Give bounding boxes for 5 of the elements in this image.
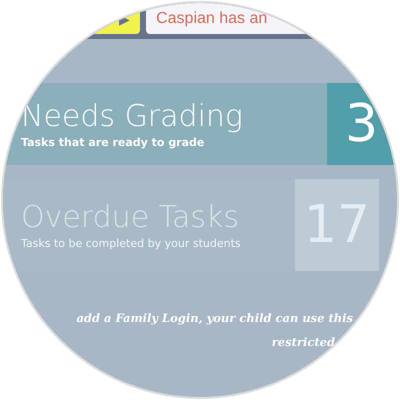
panel-title: Needs Grading	[21, 100, 244, 132]
panel-subtitle: Tasks to be completed by your students	[21, 236, 242, 250]
info-text: restricted	[272, 335, 335, 349]
panel-subtitle: Tasks that are ready to grade	[21, 136, 206, 148]
info-text: add a Family Login, your child can use this	[76, 311, 353, 325]
